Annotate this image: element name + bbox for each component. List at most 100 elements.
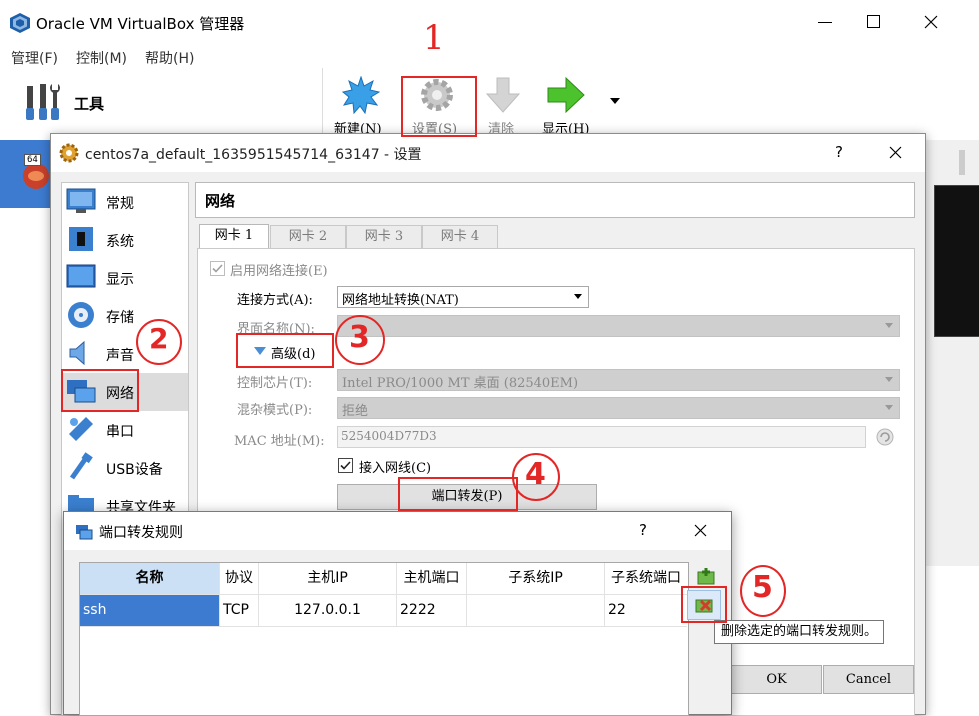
cell-guest-ip[interactable] [467, 595, 605, 627]
mac-address-field[interactable]: 5254004D77D3 [337, 426, 866, 448]
sidebar-item-usb[interactable]: USB设备 [62, 449, 188, 487]
annotation-box-advanced [236, 333, 334, 368]
cell-name[interactable]: ssh [80, 595, 220, 627]
remove-rule-tooltip: 删除选定的端口转发规则。 [714, 620, 885, 644]
display-monitor-icon [66, 264, 96, 288]
column-header-guest-port[interactable]: 子系统端口 [605, 563, 687, 595]
close-icon[interactable] [694, 524, 707, 537]
help-button[interactable]: ? [835, 143, 843, 161]
add-rule-icon[interactable] [695, 566, 717, 588]
new-button[interactable]: 新建(N) [330, 72, 390, 137]
checkmark-icon [340, 461, 351, 470]
settings-titlebar: centos7a_default_1635951545714_63147 - 设… [51, 134, 925, 172]
show-button[interactable]: 显示(H) [538, 72, 598, 137]
interface-name-select[interactable] [337, 315, 900, 337]
port-forward-title: 端口转发规则 [99, 525, 183, 541]
tab-adapter-3[interactable]: 网卡 3 [346, 225, 422, 248]
annotation-4: 4 [525, 457, 546, 492]
sidebar-label: 声音 [106, 348, 134, 364]
menu-help[interactable]: 帮助(H) [145, 48, 194, 68]
settings-title: centos7a_default_1635951545714_63147 - 设… [85, 147, 422, 163]
annotation-box-port-forward [398, 477, 518, 511]
page-header: 网络 [195, 182, 915, 218]
attach-type-value: 网络地址转换(NAT) [342, 293, 459, 308]
port-forward-dialog: 端口转发规则 ? 名称 协议 主机IP 主机端口 子系统IP 子系统端口 ssh… [63, 511, 732, 716]
tab-adapter-1[interactable]: 网卡 1 [199, 224, 269, 249]
column-header-guest-ip[interactable]: 子系统IP [467, 563, 605, 595]
discard-button[interactable]: 清除 [480, 72, 526, 137]
port-forward-window-icon [76, 525, 93, 540]
port-forward-titlebar: 端口转发规则 ? [64, 512, 731, 550]
enable-network-label: 启用网络连接(E) [230, 264, 328, 279]
tab-adapter-2[interactable]: 网卡 2 [270, 225, 346, 248]
ok-button[interactable]: OK [731, 665, 822, 694]
sidebar-item-display[interactable]: 显示 [62, 259, 188, 297]
sidebar-label: 存储 [106, 310, 134, 326]
column-header-protocol[interactable]: 协议 [220, 563, 259, 595]
annotation-box-network [61, 369, 139, 412]
column-header-host-port[interactable]: 主机端口 [397, 563, 467, 595]
cell-host-ip[interactable]: 127.0.0.1 [259, 595, 397, 627]
usb-icon [69, 452, 93, 480]
tools-label: 工具 [74, 95, 105, 113]
checkmark-icon [212, 264, 223, 273]
sidebar-label: USB设备 [106, 462, 163, 478]
close-icon[interactable] [924, 15, 938, 29]
cable-connected-checkbox[interactable] [338, 458, 353, 473]
enable-network-checkbox[interactable] [210, 261, 225, 276]
sidebar-item-serial[interactable]: 串口 [62, 411, 188, 449]
attach-type-select[interactable]: 网络地址转换(NAT) [337, 286, 589, 308]
column-header-name[interactable]: 名称 [80, 563, 220, 595]
mac-address-value: 5254004D77D3 [341, 429, 437, 443]
sidebar-item-general[interactable]: 常规 [62, 183, 188, 221]
show-dropdown-icon[interactable] [610, 98, 620, 104]
serial-port-icon [69, 417, 93, 441]
promisc-select[interactable]: 拒绝 [337, 397, 900, 419]
chevron-down-icon [885, 323, 893, 328]
vm-preview [934, 185, 979, 337]
promisc-label: 混杂模式(P): [237, 403, 313, 418]
menu-control[interactable]: 控制(M) [76, 48, 127, 68]
show-arrow-icon [547, 76, 585, 114]
annotation-5: 5 [752, 570, 773, 605]
annotation-3: 3 [349, 320, 370, 355]
vm-arch-badge: 64 [24, 154, 41, 166]
mac-label: MAC 地址(M): [234, 434, 325, 449]
attach-label: 连接方式(A): [237, 293, 313, 308]
column-header-host-ip[interactable]: 主机IP [259, 563, 397, 595]
help-button[interactable]: ? [639, 521, 647, 539]
main-window-title: Oracle VM VirtualBox 管理器 [36, 15, 245, 33]
cell-protocol[interactable]: TCP [220, 595, 259, 627]
maximize-icon[interactable] [867, 15, 880, 28]
annotation-1: 1 [423, 18, 445, 58]
annotation-box-settings [401, 76, 477, 137]
main-menubar: 管理(F) 控制(M) 帮助(H) [0, 44, 979, 68]
menu-manage[interactable]: 管理(F) [11, 48, 58, 68]
adapter-type-value: Intel PRO/1000 MT 桌面 (82540EM) [342, 376, 579, 391]
chevron-down-icon [885, 377, 893, 382]
tab-adapter-4[interactable]: 网卡 4 [422, 225, 498, 248]
close-icon[interactable] [889, 146, 902, 159]
main-titlebar: Oracle VM VirtualBox 管理器 [0, 0, 979, 44]
tools-icon [26, 84, 60, 120]
adapter-type-select[interactable]: Intel PRO/1000 MT 桌面 (82540EM) [337, 369, 900, 391]
discard-arrow-icon [485, 77, 521, 113]
annotation-box-remove-rule [681, 586, 727, 623]
sidebar-label: 系统 [106, 234, 134, 250]
scrollbar[interactable] [959, 150, 965, 175]
sidebar-label: 显示 [106, 272, 134, 288]
minimize-icon[interactable] [818, 22, 832, 23]
storage-disk-icon [68, 302, 94, 328]
refresh-mac-icon[interactable] [875, 427, 895, 447]
general-icon [66, 188, 96, 213]
tools-pane[interactable]: 工具 [0, 68, 323, 140]
settings-window-icon [59, 143, 79, 163]
cell-host-port[interactable]: 2222 [397, 595, 467, 627]
cell-guest-port[interactable]: 22 [605, 595, 687, 627]
cancel-button[interactable]: Cancel [823, 665, 914, 694]
virtualbox-logo-icon [10, 13, 30, 33]
sidebar-item-system[interactable]: 系统 [62, 221, 188, 259]
audio-speaker-icon [69, 340, 85, 366]
adapter-type-label: 控制芯片(T): [237, 376, 313, 391]
vm-list-item[interactable]: 64 [0, 140, 50, 208]
